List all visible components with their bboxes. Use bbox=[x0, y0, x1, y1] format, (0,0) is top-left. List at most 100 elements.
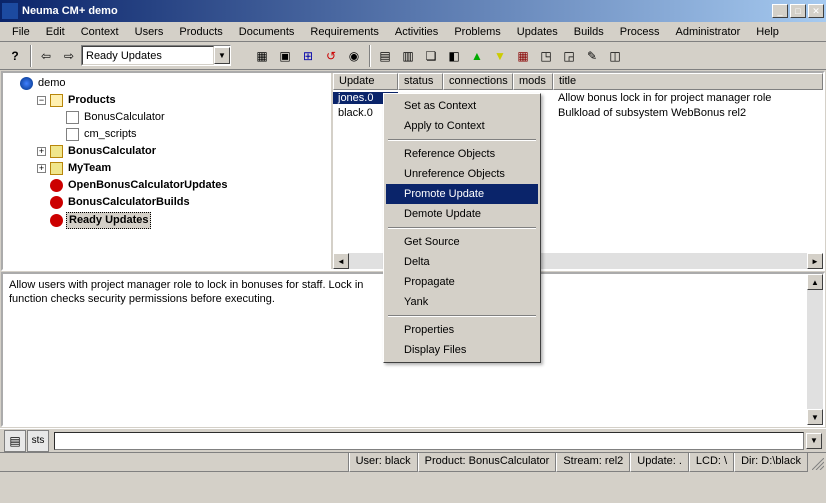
combo-dropdown-icon[interactable]: ▼ bbox=[214, 47, 230, 64]
tool-icon-9[interactable]: ◧ bbox=[443, 45, 465, 67]
tree-readyupdates[interactable]: Ready Updates bbox=[3, 211, 331, 230]
tool-icon-1[interactable]: ▦ bbox=[251, 45, 273, 67]
cm-reference-objects[interactable]: Reference Objects bbox=[386, 144, 538, 164]
col-title[interactable]: title bbox=[553, 73, 823, 90]
scroll-up-icon[interactable]: ▲ bbox=[807, 274, 823, 290]
menu-products[interactable]: Products bbox=[171, 24, 230, 40]
bottom-status-bar bbox=[54, 432, 804, 450]
tree-cmscripts[interactable]: cm_scripts bbox=[3, 126, 331, 143]
cm-display-files[interactable]: Display Files bbox=[386, 340, 538, 360]
menu-documents[interactable]: Documents bbox=[231, 24, 303, 40]
cm-promote-update[interactable]: Promote Update bbox=[386, 184, 538, 204]
minimize-button[interactable]: _ bbox=[772, 4, 788, 18]
scroll-left-icon[interactable]: ◄ bbox=[333, 253, 349, 269]
menu-administrator[interactable]: Administrator bbox=[667, 24, 748, 40]
cm-get-source[interactable]: Get Source bbox=[386, 232, 538, 252]
folder-icon bbox=[50, 162, 63, 175]
scroll-down-icon[interactable]: ▼ bbox=[807, 409, 823, 425]
close-button[interactable]: ✕ bbox=[808, 4, 824, 18]
folder-icon bbox=[50, 145, 63, 158]
tool-icon-13[interactable]: ◳ bbox=[535, 45, 557, 67]
menu-updates[interactable]: Updates bbox=[509, 24, 566, 40]
title-bar: Neuma CM+ demo _ □ ✕ bbox=[0, 0, 826, 22]
cell-title: Bulkload of subsystem WebBonus rel2 bbox=[553, 107, 823, 119]
tree-products[interactable]: −Products bbox=[3, 92, 331, 109]
globe-icon bbox=[20, 77, 33, 90]
red-icon bbox=[50, 214, 63, 227]
tool-icon-7[interactable]: ▥ bbox=[397, 45, 419, 67]
resize-grip-icon[interactable] bbox=[808, 453, 826, 472]
detail-vscrollbar[interactable]: ▲ ▼ bbox=[807, 274, 823, 425]
grid-header: Update status connections mods title bbox=[333, 73, 823, 90]
status-user: User: black bbox=[349, 453, 418, 472]
menu-builds[interactable]: Builds bbox=[566, 24, 612, 40]
cm-apply-context[interactable]: Apply to Context bbox=[386, 116, 538, 136]
tree-bonuscalculator2[interactable]: +BonusCalculator bbox=[3, 143, 331, 160]
menu-file[interactable]: File bbox=[4, 24, 38, 40]
tool-icon-10[interactable]: ▲ bbox=[466, 45, 488, 67]
tree-pane[interactable]: demo −Products BonusCalculator cm_script… bbox=[3, 73, 333, 269]
tree-root[interactable]: demo bbox=[3, 75, 331, 92]
tool-icon-15[interactable]: ✎ bbox=[581, 45, 603, 67]
tree-openupdates[interactable]: OpenBonusCalculatorUpdates bbox=[3, 177, 331, 194]
forward-button[interactable]: ⇨ bbox=[58, 45, 80, 67]
col-status[interactable]: status bbox=[398, 73, 443, 90]
tool-icon-3[interactable]: ⊞ bbox=[297, 45, 319, 67]
col-update[interactable]: Update bbox=[333, 73, 398, 90]
cm-yank[interactable]: Yank bbox=[386, 292, 538, 312]
collapse-icon[interactable]: − bbox=[37, 96, 46, 105]
col-connections[interactable]: connections bbox=[443, 73, 513, 90]
cm-unreference-objects[interactable]: Unreference Objects bbox=[386, 164, 538, 184]
tool-icon-5[interactable]: ◉ bbox=[343, 45, 365, 67]
bottom-dropdown-icon[interactable]: ▼ bbox=[806, 433, 822, 449]
menu-bar: File Edit Context Users Products Documen… bbox=[0, 22, 826, 42]
maximize-button[interactable]: □ bbox=[790, 4, 806, 18]
menu-problems[interactable]: Problems bbox=[446, 24, 508, 40]
app-icon bbox=[2, 3, 18, 19]
scroll-right-icon[interactable]: ► bbox=[807, 253, 823, 269]
tree-myteam[interactable]: +MyTeam bbox=[3, 160, 331, 177]
red-icon bbox=[50, 179, 63, 192]
menu-process[interactable]: Process bbox=[612, 24, 668, 40]
tree-bonuscalculator[interactable]: BonusCalculator bbox=[3, 109, 331, 126]
tool-icon-2[interactable]: ▣ bbox=[274, 45, 296, 67]
expand-icon[interactable]: + bbox=[37, 147, 46, 156]
tool-icon-8[interactable]: ❏ bbox=[420, 45, 442, 67]
help-button[interactable]: ? bbox=[4, 45, 26, 67]
combo-value: Ready Updates bbox=[86, 50, 162, 62]
bottom-strip: ▤ sts ▼ bbox=[0, 428, 826, 452]
status-stream: Stream: rel2 bbox=[556, 453, 630, 472]
menu-requirements[interactable]: Requirements bbox=[302, 24, 386, 40]
status-update: Update: . bbox=[630, 453, 689, 472]
bottom-btn-1[interactable]: ▤ bbox=[4, 430, 26, 452]
tool-icon-6[interactable]: ▤ bbox=[374, 45, 396, 67]
menu-edit[interactable]: Edit bbox=[38, 24, 73, 40]
detail-text: Allow users with project manager role to… bbox=[9, 278, 379, 306]
status-dir: Dir: D:\black bbox=[734, 453, 808, 472]
menu-users[interactable]: Users bbox=[127, 24, 172, 40]
menu-context[interactable]: Context bbox=[73, 24, 127, 40]
tool-icon-4[interactable]: ↺ bbox=[320, 45, 342, 67]
col-mods[interactable]: mods bbox=[513, 73, 553, 90]
cm-demote-update[interactable]: Demote Update bbox=[386, 204, 538, 224]
tree-builds[interactable]: BonusCalculatorBuilds bbox=[3, 194, 331, 211]
cm-properties[interactable]: Properties bbox=[386, 320, 538, 340]
menu-help[interactable]: Help bbox=[748, 24, 787, 40]
tool-icon-14[interactable]: ◲ bbox=[558, 45, 580, 67]
folder-open-icon bbox=[50, 94, 63, 107]
cm-propagate[interactable]: Propagate bbox=[386, 272, 538, 292]
back-button[interactable]: ⇦ bbox=[35, 45, 57, 67]
bottom-btn-2[interactable]: sts bbox=[27, 430, 49, 452]
tool-icon-11[interactable]: ▼ bbox=[489, 45, 511, 67]
cell-title: Allow bonus lock in for project manager … bbox=[553, 92, 823, 104]
context-menu: Set as Context Apply to Context Referenc… bbox=[383, 93, 541, 363]
expand-icon[interactable]: + bbox=[37, 164, 46, 173]
view-combo[interactable]: Ready Updates ▼ bbox=[81, 45, 231, 66]
tool-icon-16[interactable]: ◫ bbox=[604, 45, 626, 67]
menu-activities[interactable]: Activities bbox=[387, 24, 446, 40]
tool-icon-12[interactable]: ▦ bbox=[512, 45, 534, 67]
cm-delta[interactable]: Delta bbox=[386, 252, 538, 272]
cm-set-context[interactable]: Set as Context bbox=[386, 96, 538, 116]
status-empty bbox=[0, 453, 349, 472]
red-icon bbox=[50, 196, 63, 209]
